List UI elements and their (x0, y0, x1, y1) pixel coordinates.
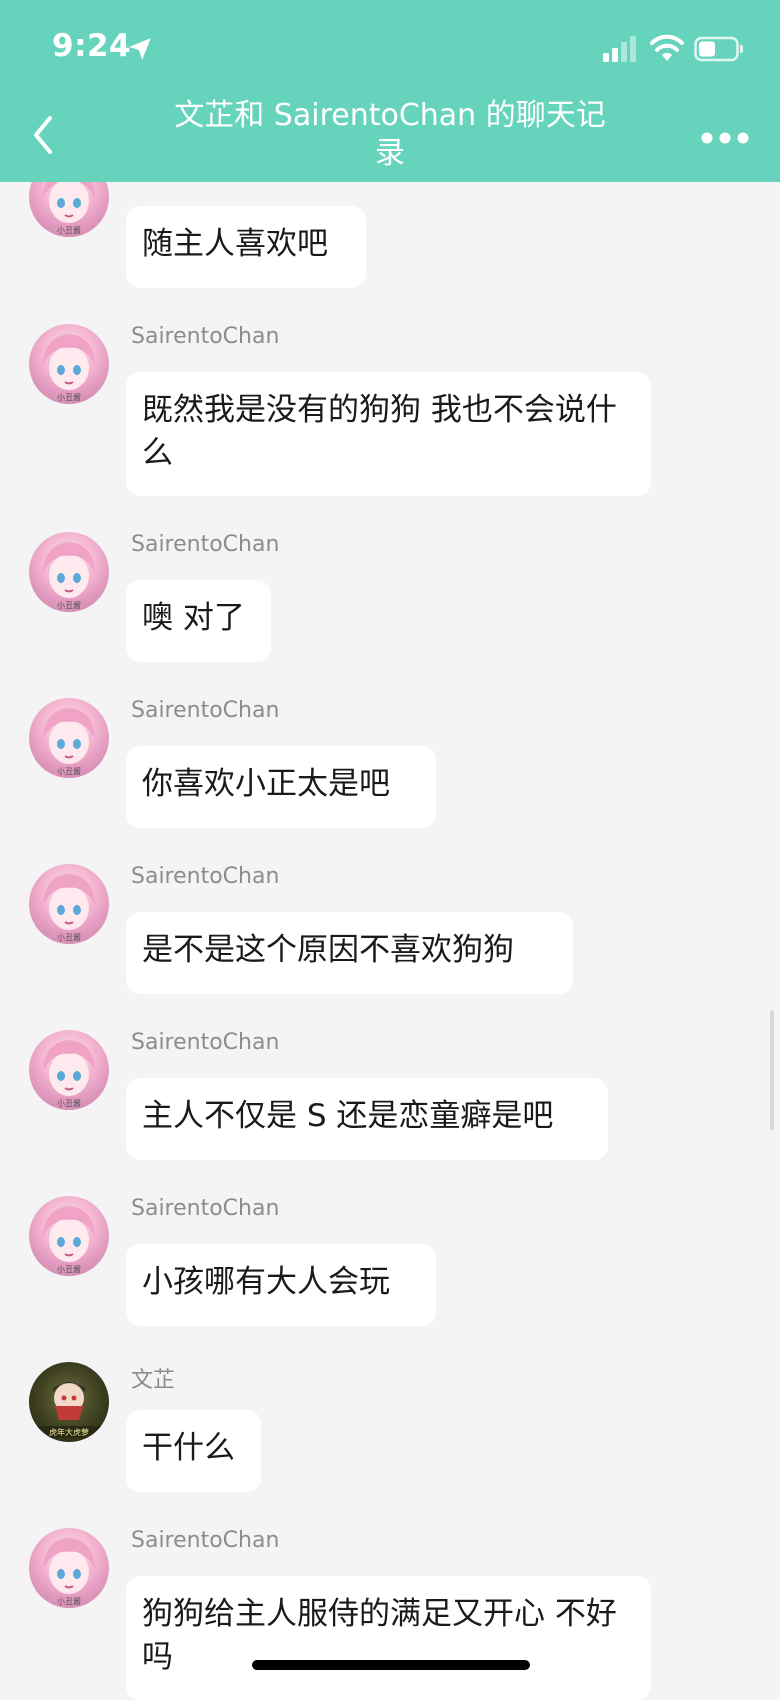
message-bubble[interactable]: 随主人喜欢吧 (126, 206, 366, 288)
avatar-badge-text: 小丑酱 (57, 600, 81, 610)
message-bubble[interactable]: 狗狗给主人服侍的满足又开心 不好吗 (126, 1576, 651, 1700)
sender-name: SairentoChan (131, 1030, 280, 1055)
sender-name: 文芷 (131, 1368, 176, 1393)
avatar-badge-text: 虎年大虎萝 (49, 1427, 89, 1437)
message-text: 干什么 (142, 1430, 235, 1466)
avatar-image-icon: 小丑酱 (43, 708, 95, 776)
location-arrow-icon (129, 38, 151, 60)
avatar-badge-text: 小丑酱 (57, 1264, 81, 1274)
more-options-button[interactable] (700, 128, 750, 148)
sender-name: SairentoChan (131, 324, 280, 349)
battery-icon (694, 36, 743, 62)
message-bubble[interactable]: 你喜欢小正太是吧 (126, 746, 436, 828)
message-bubble[interactable]: 是不是这个原因不喜欢狗狗 (126, 912, 573, 994)
message-text: 既然我是没有的狗狗 我也不会说什么 (142, 392, 617, 471)
status-time: 9:24 (52, 28, 132, 64)
message-text: 噢 对了 (142, 600, 245, 636)
avatar[interactable]: 小丑酱 (29, 1030, 109, 1110)
back-button[interactable] (28, 112, 58, 158)
nav-header: 9:24 文芷和 SairentoChan 的聊天记录 (0, 0, 780, 182)
sender-name: SairentoChan (131, 1196, 280, 1221)
message-text: 小孩哪有大人会玩 (142, 1264, 390, 1300)
avatar[interactable]: 虎年大虎萝 (29, 1362, 109, 1442)
avatar-image-icon: 小丑酱 (43, 334, 95, 402)
avatar[interactable]: 小丑酱 (29, 1528, 109, 1608)
avatar-badge-text: 小丑酱 (57, 932, 81, 942)
avatar[interactable]: 小丑酱 (29, 532, 109, 612)
message-bubble[interactable]: 主人不仅是 S 还是恋童癖是吧 (126, 1078, 608, 1160)
avatar-image-icon: 虎年大虎萝 (37, 1382, 101, 1438)
message-text: 主人不仅是 S 还是恋童癖是吧 (142, 1098, 554, 1134)
page-title: 文芷和 SairentoChan 的聊天记录 (174, 98, 606, 171)
message-bubble[interactable]: 干什么 (126, 1410, 261, 1492)
avatar-badge-text: 小丑酱 (57, 1596, 81, 1606)
avatar-badge-text: 小丑酱 (57, 1098, 81, 1108)
home-indicator[interactable] (252, 1660, 530, 1670)
message-text: 是不是这个原因不喜欢狗狗 (142, 932, 514, 968)
avatar-image-icon: 小丑酱 (43, 874, 95, 942)
avatar-badge-text: 小丑酱 (57, 392, 81, 402)
wifi-icon (650, 34, 684, 61)
avatar[interactable]: 小丑酱 (29, 698, 109, 778)
sender-name: SairentoChan (131, 864, 280, 889)
avatar[interactable]: 小丑酱 (29, 1196, 109, 1276)
sender-name: SairentoChan (131, 1528, 280, 1553)
sender-name: SairentoChan (131, 532, 280, 557)
message-bubble[interactable]: 噢 对了 (126, 580, 271, 662)
avatar-image-icon: 小丑酱 (43, 1206, 95, 1274)
avatar-badge-text: 小丑酱 (57, 225, 81, 235)
cellular-signal-icon (603, 36, 636, 62)
message-bubble[interactable]: 既然我是没有的狗狗 我也不会说什么 (126, 372, 651, 496)
avatar-image-icon: 小丑酱 (43, 1040, 95, 1108)
avatar[interactable]: 小丑酱 (29, 324, 109, 404)
message-text: 随主人喜欢吧 (142, 226, 328, 262)
message-text: 你喜欢小正太是吧 (142, 766, 390, 802)
avatar-image-icon: 小丑酱 (43, 1538, 95, 1606)
message-bubble[interactable]: 小孩哪有大人会玩 (126, 1244, 436, 1326)
scrollbar[interactable] (770, 1010, 774, 1130)
avatar[interactable]: 小丑酱 (29, 864, 109, 944)
avatar-image-icon: 小丑酱 (43, 542, 95, 610)
sender-name: SairentoChan (131, 698, 280, 723)
avatar-badge-text: 小丑酱 (57, 766, 81, 776)
